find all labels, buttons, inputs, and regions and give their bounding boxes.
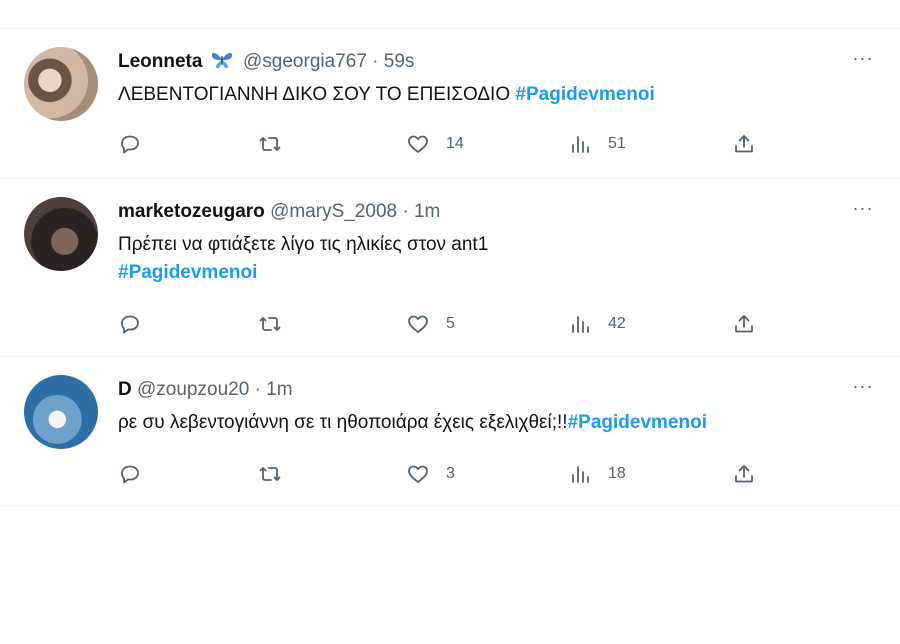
reply-button[interactable]	[118, 132, 142, 156]
share-icon	[735, 465, 753, 483]
tweet-header: Leonneta @sgeorgia767 · 59s	[118, 49, 870, 75]
separator-dot: ·	[402, 201, 409, 222]
separator-dot: ·	[372, 51, 379, 72]
like-count: 3	[446, 465, 455, 482]
tweet-body: D @zoupzou20 · 1m ρε συ λεβεντογιάννη σε…	[118, 377, 870, 437]
more-options-icon[interactable]: ···	[850, 199, 876, 219]
like-button[interactable]: 3	[406, 462, 455, 486]
reply-icon	[121, 315, 139, 334]
display-name[interactable]: Leonneta	[118, 51, 202, 72]
more-options-icon[interactable]: ···	[850, 49, 876, 69]
retweet-button[interactable]	[258, 312, 282, 336]
user-handle[interactable]: @maryS_2008	[270, 201, 397, 222]
user-handle[interactable]: @zoupzou20	[137, 379, 249, 400]
reply-button[interactable]	[118, 312, 142, 336]
avatar[interactable]	[24, 47, 98, 121]
share-button[interactable]	[732, 132, 756, 156]
share-icon	[735, 315, 753, 333]
tweet-body: marketozeugaro @maryS_2008 · 1m Πρέπει ν…	[118, 199, 870, 287]
tweet-text-content: Πρέπει να φτιάξετε λίγο τις ηλικίες στον…	[118, 234, 489, 255]
analytics-icon	[572, 316, 589, 333]
like-button[interactable]: 5	[406, 312, 455, 336]
view-count: 18	[608, 465, 626, 482]
views-button[interactable]: 18	[568, 462, 626, 486]
more-options-icon[interactable]: ···	[850, 377, 876, 397]
separator-dot: ·	[254, 379, 261, 400]
heart-icon	[408, 315, 428, 333]
tweet-actions: 5 42	[118, 310, 780, 338]
like-button[interactable]: 14	[406, 132, 464, 156]
tweet-header: marketozeugaro @maryS_2008 · 1m	[118, 199, 870, 225]
like-count: 14	[446, 135, 464, 152]
share-button[interactable]	[732, 312, 756, 336]
tweet-body: Leonneta @sgeorgia767 · 59s ΛΕΒΕΝΤΟΓΙΑΝΝ…	[118, 49, 870, 109]
retweet-icon	[259, 317, 281, 331]
tweet-feed: Leonneta @sgeorgia767 · 59s ΛΕΒΕΝΤΟΓΙΑΝΝ…	[0, 28, 900, 506]
views-button[interactable]: 51	[568, 132, 626, 156]
tweet-text: ΛΕΒΕΝΤΟΓΙΑΝΝΗ ΔΙΚΟ ΣΟΥ ΤΟ ΕΠΕΙΣΟΔΙΟ #Pag…	[118, 81, 870, 109]
retweet-icon	[259, 137, 281, 151]
view-count: 51	[608, 135, 626, 152]
tweet-actions: 14 51	[118, 130, 780, 158]
tweet-text-content: ΛΕΒΕΝΤΟΓΙΑΝΝΗ ΔΙΚΟ ΣΟΥ ΤΟ ΕΠΕΙΣΟΔΙΟ	[118, 84, 516, 105]
heart-icon	[408, 135, 428, 153]
reply-button[interactable]	[118, 462, 142, 486]
timestamp[interactable]: 1m	[266, 379, 292, 400]
reply-icon	[121, 135, 139, 154]
avatar[interactable]	[24, 375, 98, 449]
retweet-button[interactable]	[258, 462, 282, 486]
heart-icon	[408, 465, 428, 483]
tweet-header: D @zoupzou20 · 1m	[118, 377, 870, 403]
share-icon	[735, 135, 753, 153]
views-button[interactable]: 42	[568, 312, 626, 336]
butterfly-icon	[211, 52, 232, 69]
hashtag-link[interactable]: #Pagidevmenoi	[568, 412, 707, 433]
tweet-actions: 3 18	[118, 460, 780, 488]
avatar[interactable]	[24, 197, 98, 271]
reply-icon	[121, 465, 139, 484]
retweet-button[interactable]	[258, 132, 282, 156]
timestamp[interactable]: 1m	[414, 201, 440, 222]
user-handle[interactable]: @sgeorgia767	[243, 51, 367, 72]
display-name[interactable]: marketozeugaro	[118, 201, 265, 222]
hashtag-link[interactable]: #Pagidevmenoi	[515, 84, 654, 105]
like-count: 5	[446, 315, 455, 332]
timestamp[interactable]: 59s	[384, 51, 415, 72]
analytics-icon	[572, 136, 589, 153]
tweet-text-content: ρε συ λεβεντογιάννη σε τι ηθοποιάρα έχει…	[118, 412, 568, 433]
share-button[interactable]	[732, 462, 756, 486]
view-count: 42	[608, 315, 626, 332]
retweet-icon	[259, 467, 281, 481]
tweet-text: ρε συ λεβεντογιάννη σε τι ηθοποιάρα έχει…	[118, 409, 870, 437]
analytics-icon	[572, 466, 589, 483]
hashtag-link[interactable]: #Pagidevmenoi	[118, 259, 870, 287]
display-name[interactable]: D	[118, 379, 132, 400]
tweet-text: Πρέπει να φτιάξετε λίγο τις ηλικίες στον…	[118, 231, 870, 287]
